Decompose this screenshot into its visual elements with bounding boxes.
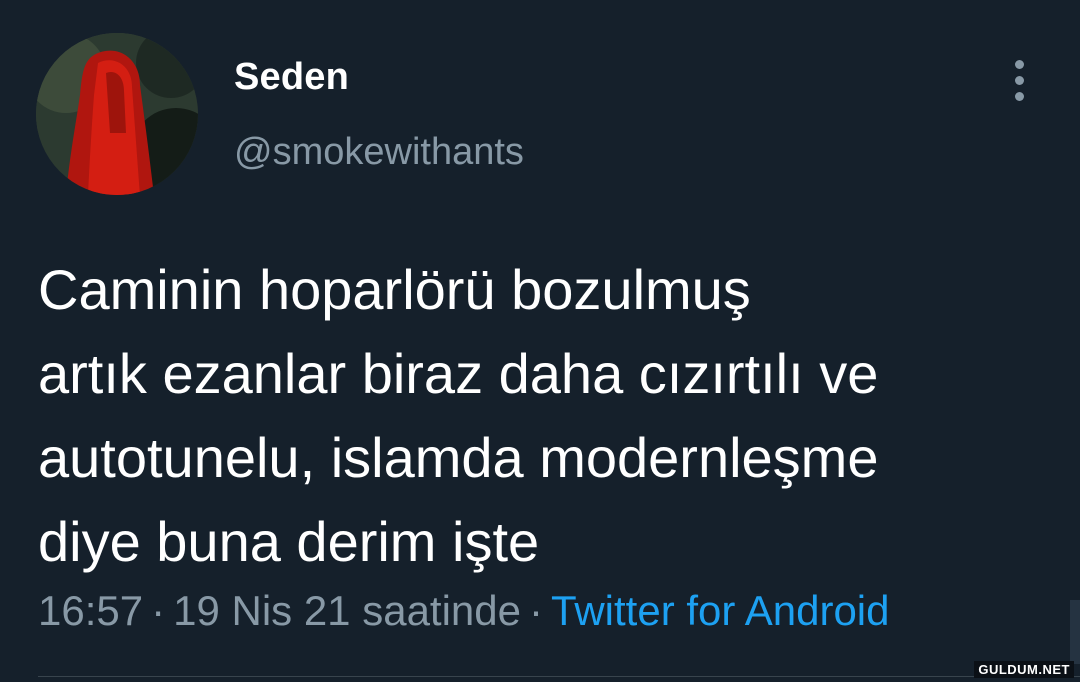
more-dot: [1015, 92, 1024, 101]
tweet-text-line: artık ezanlar biraz daha cızırtılı ve: [38, 342, 879, 405]
tweet-source-link[interactable]: Twitter for Android: [551, 587, 889, 634]
display-name[interactable]: Seden: [234, 56, 349, 99]
tweet-text-line: Caminin hoparlörü bozulmuş: [38, 258, 751, 321]
tweet-time[interactable]: 16:57: [38, 587, 143, 634]
watermark: GULDUM.NET: [974, 661, 1074, 678]
avatar[interactable]: [36, 33, 198, 195]
user-handle[interactable]: @smokewithants: [234, 131, 524, 174]
tweet-card: Seden @smokewithants Caminin hoparlörü b…: [0, 0, 1080, 682]
tweet-text: Caminin hoparlörü bozulmuş artık ezanlar…: [38, 248, 1048, 584]
divider: [38, 676, 1080, 677]
more-dot: [1015, 60, 1024, 69]
more-options-icon[interactable]: [1004, 58, 1036, 104]
tweet-text-line: diye buna derim işte: [38, 510, 540, 573]
meta-separator: ·: [151, 587, 166, 634]
scroll-edge: [1070, 600, 1080, 664]
tweet-text-line: autotunelu, islamda modernleşme: [38, 426, 879, 489]
more-dot: [1015, 76, 1024, 85]
tweet-meta: 16:57 · 19 Nis 21 saatinde · Twitter for And…: [38, 587, 890, 635]
avatar-image: [36, 33, 198, 195]
tweet-date[interactable]: 19 Nis 21 saatinde: [173, 587, 521, 634]
meta-separator: ·: [529, 587, 544, 634]
